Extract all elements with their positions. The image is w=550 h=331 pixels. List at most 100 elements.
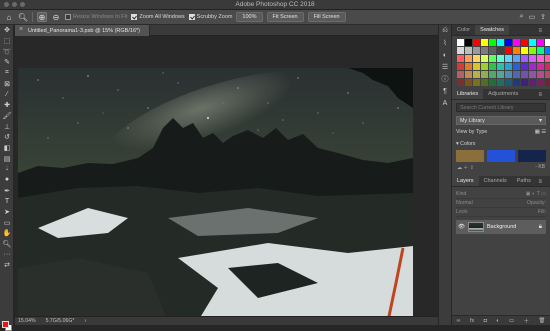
hand-tool-icon[interactable]: ✋ [0,228,14,239]
marquee-tool-icon[interactable]: ⬚ [0,36,14,47]
type-tool-icon[interactable]: T [0,196,14,207]
layer-row[interactable]: 👁︎ Background 🔒︎ [456,220,546,234]
scrubby-zoom-checkbox[interactable]: Scrubby Zoom [188,14,232,20]
more-tools-icon[interactable]: ··· [0,249,14,260]
swatch-cell[interactable] [537,71,544,78]
properties-icon[interactable]: ☰ [439,61,451,73]
swatch-cell[interactable] [497,63,504,70]
dodge-tool-icon[interactable]: ● [0,175,14,186]
info-icon[interactable]: ⓘ [439,73,451,85]
zoom-out-icon[interactable]: ⊖ [51,12,61,22]
fill-screen-button[interactable]: Fill Screen [307,12,346,22]
swatch-cell[interactable] [473,63,480,70]
character-icon[interactable]: A [439,97,451,109]
swatch-cell[interactable] [545,63,550,70]
swatch-cell[interactable] [513,55,520,62]
swatch-cell[interactable] [513,71,520,78]
zoom-tool-icon[interactable]: 🔍︎ [18,12,28,22]
panel-menu-icon[interactable]: ≡ [533,26,547,34]
swatch-cell[interactable] [465,39,472,46]
swatch-cell[interactable] [537,79,544,86]
mask-icon[interactable]: ◘ [484,318,487,324]
library-footer-icons[interactable]: ☁ ＋ ⇪ [457,164,474,171]
swatch-cell[interactable] [497,47,504,54]
quick-select-tool-icon[interactable]: ✎ [0,57,14,68]
swatch-cell[interactable] [513,39,520,46]
lock-row[interactable]: Lock: Fill: [456,208,546,217]
swatch-cell[interactable] [505,63,512,70]
swatch-cell[interactable] [489,39,496,46]
swatch-cell[interactable] [457,79,464,86]
tab-paths[interactable]: Paths [512,176,536,186]
history-icon[interactable]: ⎌ [439,25,451,37]
swatch-cell[interactable] [545,71,550,78]
pen-tool-icon[interactable]: ✒ [0,185,14,196]
swatch-cell[interactable] [457,47,464,54]
swatch-cell[interactable] [457,55,464,62]
link-layers-icon[interactable]: ∞ [457,318,461,324]
library-color-swatch[interactable] [487,150,515,162]
swatch-cell[interactable] [473,39,480,46]
swatch-cell[interactable] [489,63,496,70]
swatch-cell[interactable] [481,63,488,70]
swatch-cell[interactable] [497,55,504,62]
view-by-dropdown[interactable]: View by Type [456,129,487,135]
adjustment-layer-icon[interactable]: ◐ [496,318,499,324]
swatch-cell[interactable] [529,39,536,46]
swatch-cell[interactable] [521,39,528,46]
fx-icon[interactable]: fx [470,318,474,324]
swatch-cell[interactable] [497,39,504,46]
tab-color[interactable]: Color [452,25,475,35]
move-tool-icon[interactable]: ✥ [0,25,14,36]
swatch-cell[interactable] [537,55,544,62]
swatch-cell[interactable] [505,55,512,62]
crop-tool-icon[interactable]: ⌗ [0,68,14,79]
swatch-cell[interactable] [489,71,496,78]
swatch-cell[interactable] [465,47,472,54]
zoom-tool-icon[interactable]: 🔍︎ [0,239,14,250]
close-tab-icon[interactable]: × [19,26,23,33]
swatch-cell[interactable] [529,63,536,70]
view-toggle-icon[interactable]: ▦ ☰ [535,129,546,135]
lasso-tool-icon[interactable]: ➰ [0,46,14,57]
path-select-tool-icon[interactable]: ➤ [0,207,14,218]
swatch-cell[interactable] [537,63,544,70]
swatch-cell[interactable] [521,47,528,54]
swatch-cell[interactable] [505,71,512,78]
panel-menu-icon[interactable]: ≡ [533,177,547,185]
library-select[interactable]: My Library [456,116,546,125]
swap-colors-icon[interactable]: ⇄ [0,260,14,271]
swatch-cell[interactable] [505,39,512,46]
swatch-cell[interactable] [481,39,488,46]
swatch-cell[interactable] [457,63,464,70]
library-search-input[interactable]: Search Current Library [456,103,546,112]
swatch-cell[interactable] [529,71,536,78]
swatch-cell[interactable] [489,55,496,62]
swatch-cell[interactable] [513,63,520,70]
swatch-cell[interactable] [473,71,480,78]
swatch-cell[interactable] [529,47,536,54]
filter-icons[interactable]: ▣ ◐ T ▭ [526,191,546,197]
share-icon[interactable]: ⇪ [540,13,546,21]
trash-icon[interactable]: 🗑︎ [538,318,545,324]
eraser-tool-icon[interactable]: ◧ [0,143,14,154]
swatch-cell[interactable] [513,47,520,54]
swatch-cell[interactable] [497,79,504,86]
zoom-level[interactable]: 15.04% [18,318,36,324]
tab-adjustments[interactable]: Adjustments [483,89,523,99]
blend-row[interactable]: Normal Opacity: [456,199,546,208]
visibility-eye-icon[interactable]: 👁︎ [458,224,465,230]
canvas-area[interactable] [15,37,438,321]
clone-stamp-tool-icon[interactable]: ⊥ [0,121,14,132]
swatch-cell[interactable] [545,79,550,86]
library-color-swatch[interactable] [518,150,546,162]
swatch-cell[interactable] [529,79,536,86]
healing-brush-tool-icon[interactable]: ✚ [0,100,14,111]
workspace-icon[interactable]: ▭ [529,13,536,21]
swatch-cell[interactable] [537,39,544,46]
group-icon[interactable]: ▭ [509,318,514,324]
swatch-cell[interactable] [457,71,464,78]
tab-libraries[interactable]: Libraries [452,89,484,99]
history-brush-tool-icon[interactable]: ↺ [0,132,14,143]
new-layer-icon[interactable]: ＋ [523,317,529,325]
